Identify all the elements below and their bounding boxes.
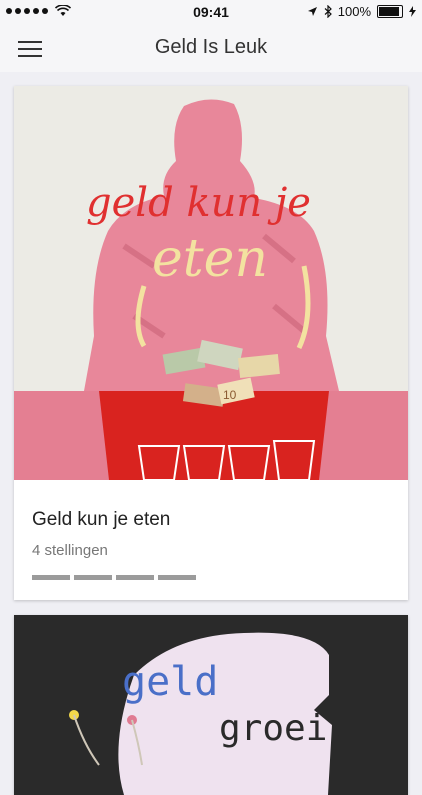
progress-segment (116, 575, 154, 580)
charging-bolt-icon (409, 6, 416, 17)
progress-indicator (32, 575, 196, 580)
nav-bar: Geld Is Leuk (0, 24, 422, 72)
card-geld-kun-je-eten[interactable]: 10 geld kun je eten Geld kun je eten 4 s… (14, 86, 408, 600)
illustration-text-main: eten (152, 229, 268, 289)
bluetooth-icon (324, 5, 332, 18)
page-title: Geld Is Leuk (154, 36, 268, 58)
battery-icon (377, 5, 403, 18)
battery-percent: 100% (337, 4, 371, 19)
location-arrow-icon (307, 7, 317, 16)
bill-label: 10 (223, 388, 237, 402)
card-subtitle: 4 stellingen (32, 542, 108, 559)
status-bar: 09:41 100% (0, 0, 422, 24)
illustration-text-top: geld (122, 659, 218, 705)
progress-segment (158, 575, 196, 580)
card-illustration: 10 geld kun je eten (14, 86, 408, 480)
card-title: Geld kun je eten (32, 509, 171, 530)
card-geld-groeit[interactable]: geld groeit (14, 615, 408, 795)
illustration-text-top: geld kun je (86, 180, 311, 226)
progress-segment (32, 575, 70, 580)
illustration-text-main: groeit (219, 708, 349, 749)
status-right: 100% (307, 4, 416, 19)
progress-segment (74, 575, 112, 580)
card-illustration: geld groeit (14, 615, 408, 795)
battery-fill (379, 7, 399, 16)
